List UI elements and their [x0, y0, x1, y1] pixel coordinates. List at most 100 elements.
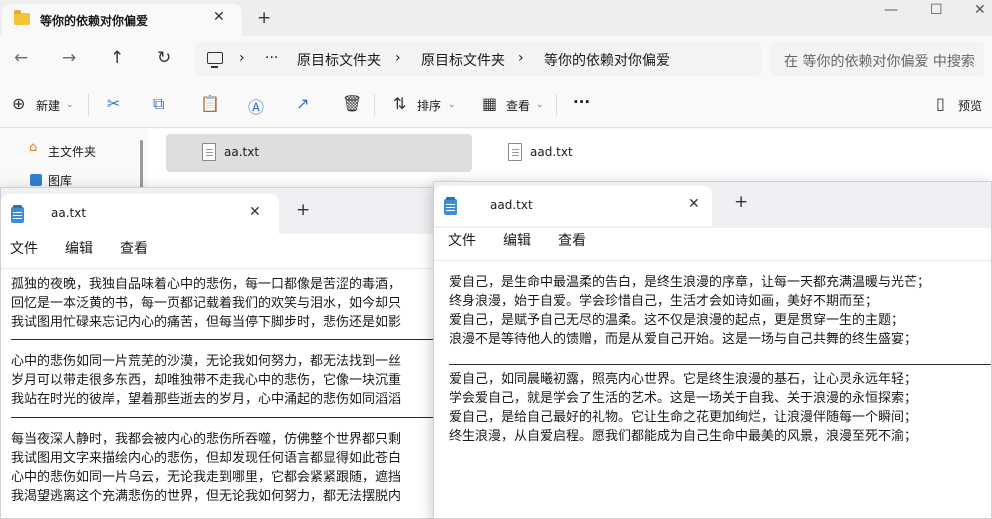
folder-icon [14, 10, 30, 25]
text-editor[interactable]: 爱自己，是生命中最温柔的告白，是终生浪漫的序章，让每一天都充满温暖与光芒； 终身… [434, 260, 991, 518]
close-tab-icon[interactable]: ✕ [213, 9, 225, 25]
menu-view[interactable]: 查看 [120, 238, 148, 258]
minimize-button[interactable]: — [884, 2, 898, 18]
notepad-window-aad: aad.txt ✕ + 文件 编辑 查看 爱自己，是生命中最温柔的告白，是终生浪… [433, 181, 992, 519]
text-line: 我站在时光的彼岸，望着那些逝去的岁月，心中涌起的悲伤如同滔滔 [11, 392, 402, 407]
file-item[interactable]: aa.txt [166, 134, 472, 172]
separator-line [449, 364, 991, 365]
breadcrumb-more[interactable]: ··· [265, 50, 278, 66]
explorer-tab-bar: 等你的依赖对你偏爱 ✕ + — ☐ ✕ [0, 0, 992, 36]
breadcrumb-separator[interactable]: › [239, 50, 245, 66]
text-line: 心中的悲伤如同一片荒芜的沙漠，无论我如何努力，都无法找到一丝 [11, 354, 402, 369]
breadcrumb-item[interactable]: 原目标文件夹 [297, 50, 381, 70]
text-line: 学会爱自己，就是学会了生活的艺术。这是一场关于自我、关于浪漫的永恒探索； [449, 391, 918, 406]
divider [374, 94, 375, 116]
refresh-icon[interactable]: ↻ [157, 48, 171, 68]
share-icon[interactable]: ↗ [296, 94, 309, 113]
notepad-tab-bar: aa.txt ✕ + [1, 188, 459, 234]
notepad-tab-bar: aad.txt ✕ + [434, 182, 991, 228]
search-input[interactable]: 在 等你的依赖对你偏爱 中搜索 [770, 42, 984, 76]
back-arrow-icon[interactable]: ← [14, 48, 28, 68]
sort-icon[interactable]: ⇅ [393, 94, 406, 113]
text-line: 孤独的夜晚，我独自品味着心中的悲伤，每一口都像是苦涩的毒酒， [11, 277, 402, 292]
address-row: ← → ↑ ↻ › ··· 原目标文件夹 › 原目标文件夹 › 等你的依赖对你偏… [0, 36, 992, 82]
cut-icon[interactable]: ✂ [107, 94, 120, 113]
rename-icon[interactable]: Ⓐ [248, 94, 264, 118]
maximize-button[interactable]: ☐ [930, 2, 943, 18]
close-window-button[interactable]: ✕ [974, 2, 986, 18]
divider [556, 94, 557, 116]
text-editor[interactable]: 孤独的夜晚，我独自品味着心中的悲伤，每一口都像是苦涩的毒酒， 回忆是一本泛黄的书… [1, 268, 459, 518]
up-arrow-icon[interactable]: ↑ [110, 48, 124, 68]
explorer-tab[interactable]: 等你的依赖对你偏爱 ✕ [2, 4, 242, 36]
text-line: 爱自己，是生命中最温柔的告白，是终生浪漫的序章，让每一天都充满温暖与光芒； [449, 275, 931, 290]
file-name: aa.txt [224, 145, 260, 159]
address-bar[interactable]: › ··· 原目标文件夹 › 原目标文件夹 › 等你的依赖对你偏爱 [195, 42, 761, 76]
text-file-icon [202, 143, 216, 161]
notepad-tab-title: aad.txt [490, 198, 533, 212]
new-tab-button[interactable]: + [296, 200, 310, 220]
file-item[interactable]: aad.txt [472, 134, 778, 172]
copy-icon[interactable]: ⧉ [153, 94, 164, 114]
notepad-tab-title: aa.txt [51, 206, 87, 220]
delete-icon[interactable]: 🗑 [342, 94, 362, 113]
command-bar: ⊕ 新建 ⌄ ✂ ⧉ 📋 Ⓐ ↗ 🗑 ⇅ 排序 ⌄ ▦ 查看 ⌄ ··· ▯ 预… [0, 82, 992, 128]
text-line: 岁月可以带走很多东西，却唯独带不走我心中的悲伤，它像一块沉重 [11, 373, 402, 388]
text-line: 浪漫不是等待他人的馈赠，而是从爱自己开始。这是一场与自己共舞的终生盛宴； [449, 332, 918, 347]
breadcrumb-separator: › [395, 50, 401, 66]
breadcrumb-item[interactable]: 原目标文件夹 [421, 50, 505, 70]
sort-button[interactable]: 排序 [417, 97, 441, 114]
separator-line [11, 417, 459, 418]
divider [88, 94, 89, 116]
notepad-window-aa: aa.txt ✕ + 文件 编辑 查看 孤独的夜晚，我独自品味着心中的悲伤，每一… [0, 187, 460, 519]
text-line: 爱自己，是给自己最好的礼物。它让生命之花更加绚烂，让浪漫伴随每一个瞬间； [449, 410, 918, 425]
text-line: 爱自己，如同晨曦初露，照亮内心世界。它是终生浪漫的基石，让心灵永远年轻； [449, 372, 918, 387]
preview-pane-icon[interactable]: ▯ [936, 94, 945, 113]
separator-line [11, 339, 459, 340]
file-list: aa.txt aad.txt [148, 129, 992, 189]
menu-view[interactable]: 查看 [558, 230, 586, 250]
text-line: 我试图用文字来描绘内心的悲伤，但却发现任何语言都显得如此苍白 [11, 451, 402, 466]
notepad-tab[interactable]: aa.txt ✕ [1, 194, 279, 234]
explorer-tab-title: 等你的依赖对你偏爱 [40, 14, 149, 28]
this-pc-icon [207, 52, 223, 68]
more-options-icon[interactable]: ··· [573, 93, 590, 111]
text-line: 心中的悲伤如同一片乌云，无论我走到哪里，它都会紧紧跟随，遮挡 [11, 470, 402, 485]
home-icon: ⌂ [29, 140, 38, 155]
text-line: 爱自己，是赋予自己无尽的温柔。这不仅是浪漫的起点，更是贯穿一生的主题； [449, 313, 905, 328]
text-line: 我渴望逃离这个充满悲伤的世界，但无论我如何努力，都无法摆脱内 [11, 489, 402, 504]
new-tab-button[interactable]: + [734, 192, 748, 212]
chevron-down-icon[interactable]: ⌄ [448, 100, 456, 110]
text-line: 回忆是一本泛黄的书，每一页都记载着我们的欢笑与泪水，如今却只 [11, 296, 402, 311]
close-tab-icon[interactable]: ✕ [249, 204, 261, 220]
search-placeholder: 在 等你的依赖对你偏爱 中搜索 [784, 54, 975, 70]
chevron-down-icon[interactable]: ⌄ [66, 100, 74, 110]
menu-file[interactable]: 文件 [10, 238, 38, 258]
chevron-down-icon[interactable]: ⌄ [536, 100, 544, 110]
new-button[interactable]: 新建 [36, 97, 60, 114]
navigation-pane: ⌂ 主文件夹 图库 [0, 129, 148, 189]
new-icon[interactable]: ⊕ [12, 94, 25, 113]
menu-file[interactable]: 文件 [448, 230, 476, 250]
breadcrumb-item[interactable]: 等你的依赖对你偏爱 [544, 50, 670, 70]
nav-pane-scrollbar[interactable] [140, 140, 143, 188]
file-name: aad.txt [530, 145, 573, 159]
view-button[interactable]: 查看 [506, 97, 530, 114]
text-line: 每当夜深人静时，我都会被内心的悲伤所吞噬，仿佛整个世界都只剩 [11, 432, 402, 447]
text-line: 终身浪漫，始于自爱。学会珍惜自己，生活才会如诗如画，美好不期而至； [449, 294, 879, 309]
forward-arrow-icon[interactable]: → [62, 48, 76, 68]
view-icon[interactable]: ▦ [482, 94, 497, 113]
menu-edit[interactable]: 编辑 [65, 238, 93, 258]
text-line: 我试图用忙碌来忘记内心的痛苦，但每当停下脚步时，悲伤还是如影 [11, 315, 402, 330]
breadcrumb-separator: › [518, 50, 524, 66]
new-tab-button[interactable]: + [257, 8, 271, 28]
notepad-icon [444, 197, 457, 215]
preview-button[interactable]: 预览 [958, 97, 982, 114]
text-file-icon [508, 143, 522, 161]
gallery-icon [30, 174, 42, 186]
menu-edit[interactable]: 编辑 [503, 230, 531, 250]
close-tab-icon[interactable]: ✕ [688, 196, 700, 212]
notepad-tab[interactable]: aad.txt ✕ [434, 186, 712, 226]
nav-item-home[interactable]: 主文件夹 [48, 143, 96, 160]
paste-icon[interactable]: 📋 [200, 94, 220, 113]
